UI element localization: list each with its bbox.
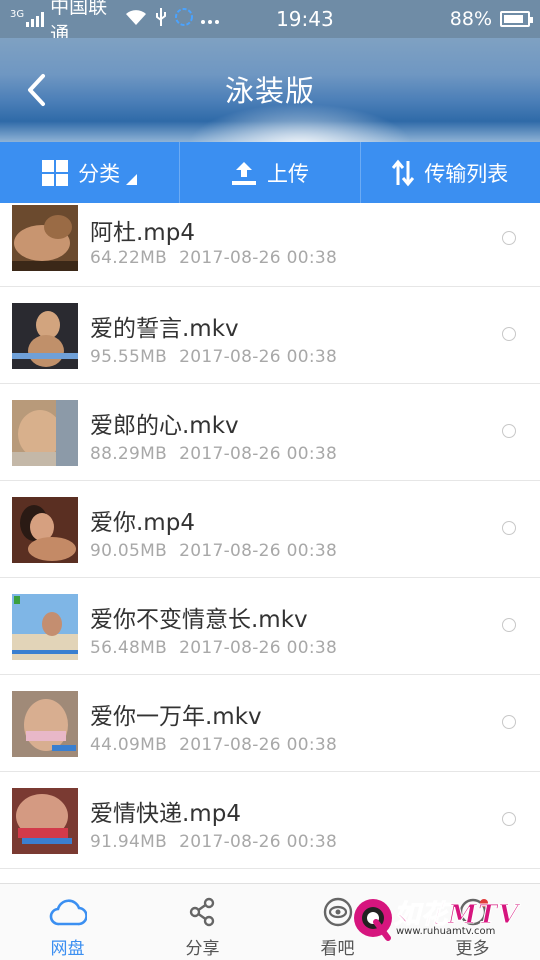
select-radio[interactable] (502, 812, 516, 826)
file-meta: 95.55MB 2017-08-26 00:38 (90, 347, 337, 367)
list-item[interactable]: 爱情快递.mp4 91.94MB 2017-08-26 00:38 (0, 772, 540, 869)
status-bar: 3G 中国联通 19:43 88% (0, 0, 540, 45)
header-banner: 泳装版 (0, 38, 540, 142)
watermark-url: www.ruhuamtv.com (396, 926, 496, 937)
category-label: 分类 (78, 161, 121, 186)
select-radio[interactable] (502, 327, 516, 341)
upload-button[interactable]: 上传 (180, 142, 361, 203)
battery-icon (500, 11, 533, 27)
tab-label: 看吧 (320, 939, 355, 959)
status-time: 19:43 (276, 7, 334, 31)
signal-icon (26, 11, 45, 27)
page-title: 泳装版 (224, 74, 315, 108)
file-date: 2017-08-26 00:38 (179, 541, 338, 561)
file-size: 95.55MB (90, 347, 168, 367)
select-radio[interactable] (502, 231, 516, 245)
file-meta: 44.09MB 2017-08-26 00:38 (90, 735, 337, 755)
category-button[interactable]: 分类 (0, 142, 181, 203)
file-size: 88.29MB (90, 444, 168, 464)
video-thumbnail (12, 400, 78, 466)
file-meta: 88.29MB 2017-08-26 00:38 (90, 444, 337, 464)
list-item[interactable]: 阿杜.mp4 64.22MB 2017-08-26 00:38 (0, 203, 540, 287)
file-meta: 56.48MB 2017-08-26 00:38 (90, 638, 337, 658)
upload-icon (231, 161, 256, 185)
file-name: 爱郎的心.mkv (90, 413, 239, 439)
transfer-list-button[interactable]: 传输列表 (361, 142, 540, 203)
cloud-icon (49, 896, 87, 928)
list-item[interactable]: 爱你不变情意长.mkv 56.48MB 2017-08-26 00:38 (0, 578, 540, 675)
file-size: 91.94MB (90, 832, 168, 852)
file-name: 阿杜.mp4 (90, 220, 195, 246)
transfer-arrows-icon (392, 159, 415, 186)
select-radio[interactable] (502, 715, 516, 729)
video-thumbnail (12, 788, 78, 854)
share-icon (188, 896, 218, 928)
dropdown-triangle-icon (126, 174, 138, 185)
battery-percent: 88% (449, 8, 492, 30)
file-date: 2017-08-26 00:38 (179, 638, 338, 658)
eye-icon (322, 896, 354, 928)
wifi-icon (124, 8, 148, 31)
file-name: 爱情快递.mp4 (90, 801, 241, 827)
video-thumbnail (12, 594, 78, 660)
select-radio[interactable] (502, 618, 516, 632)
file-size: 64.22MB (90, 248, 168, 268)
tab-cloud-drive[interactable]: 网盘 (0, 884, 135, 960)
file-list: 阿杜.mp4 64.22MB 2017-08-26 00:38 爱的誓言.mkv … (0, 203, 540, 883)
file-date: 2017-08-26 00:38 (179, 444, 338, 464)
select-radio[interactable] (502, 521, 516, 535)
video-thumbnail (12, 303, 78, 369)
status-right: 88% (449, 8, 533, 30)
list-item[interactable]: 爱的誓言.mkv 95.55MB 2017-08-26 00:38 (0, 287, 540, 384)
file-name: 爱你.mp4 (90, 510, 195, 536)
list-item[interactable]: 爱你一万年.mkv 44.09MB 2017-08-26 00:38 (0, 675, 540, 772)
file-meta: 90.05MB 2017-08-26 00:38 (90, 541, 337, 561)
file-name: 爱你不变情意长.mkv (90, 607, 308, 633)
file-date: 2017-08-26 00:38 (179, 735, 338, 755)
network-type: 3G (10, 8, 25, 20)
file-date: 2017-08-26 00:38 (179, 832, 338, 852)
file-meta: 91.94MB 2017-08-26 00:38 (90, 832, 337, 852)
watermark-emblem-icon (354, 899, 392, 941)
watermark-logo: 如花MTV www.ruhuamtv.com (352, 890, 522, 950)
file-size: 44.09MB (90, 735, 168, 755)
video-thumbnail (12, 497, 78, 563)
upload-label: 上传 (266, 161, 309, 186)
file-size: 56.48MB (90, 638, 168, 658)
video-thumbnail (12, 205, 78, 271)
file-date: 2017-08-26 00:38 (179, 248, 338, 268)
grid-icon (42, 159, 69, 186)
list-item[interactable]: 爱你.mp4 90.05MB 2017-08-26 00:38 (0, 481, 540, 578)
video-thumbnail (12, 691, 78, 757)
tab-label: 分享 (185, 939, 220, 959)
list-item[interactable]: 爱郎的心.mkv 88.29MB 2017-08-26 00:38 (0, 384, 540, 481)
transfer-list-label: 传输列表 (424, 161, 509, 186)
file-name: 爱的誓言.mkv (90, 316, 239, 342)
file-name: 爱你一万年.mkv (90, 704, 262, 730)
select-radio[interactable] (502, 424, 516, 438)
file-date: 2017-08-26 00:38 (179, 347, 338, 367)
tab-share[interactable]: 分享 (135, 884, 270, 960)
file-size: 90.05MB (90, 541, 168, 561)
toolbar: 分类 上传 传输列表 (0, 142, 540, 203)
file-meta: 64.22MB 2017-08-26 00:38 (90, 248, 337, 268)
tab-label: 网盘 (50, 939, 85, 959)
